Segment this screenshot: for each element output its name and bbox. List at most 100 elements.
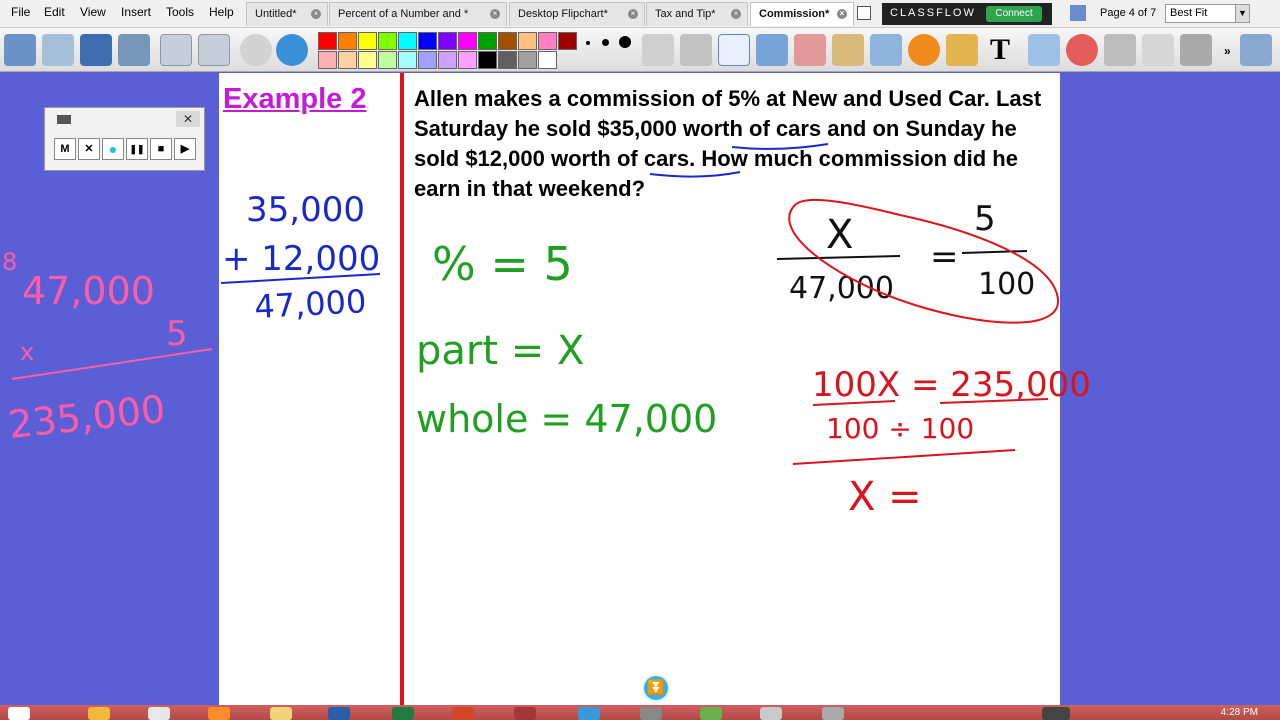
- folder-icon[interactable]: [270, 707, 292, 720]
- page-reset-icon[interactable]: [276, 34, 308, 66]
- select-icon[interactable]: [642, 34, 674, 66]
- close-icon[interactable]: ×: [490, 9, 500, 19]
- ie-icon[interactable]: [88, 707, 110, 720]
- app-icon[interactable]: [822, 707, 844, 720]
- close-icon[interactable]: ×: [311, 9, 321, 19]
- close-icon[interactable]: ✕: [176, 111, 200, 127]
- color-swatch[interactable]: [498, 51, 517, 69]
- main-menu-icon[interactable]: [4, 34, 36, 66]
- close-icon[interactable]: ×: [628, 9, 638, 19]
- chevron-down-icon[interactable]: ▼: [1235, 5, 1249, 22]
- color-swatch[interactable]: [398, 32, 417, 50]
- reset-icon[interactable]: [1066, 34, 1098, 66]
- pen-size-small[interactable]: [586, 41, 590, 45]
- connector-icon[interactable]: [946, 34, 978, 66]
- color-swatch[interactable]: [338, 51, 357, 69]
- more-icon[interactable]: »: [1224, 44, 1231, 58]
- color-swatch[interactable]: [438, 51, 457, 69]
- menu-tools[interactable]: Tools: [166, 5, 194, 19]
- play-button[interactable]: ▶: [174, 138, 196, 160]
- menu-edit[interactable]: Edit: [44, 5, 65, 19]
- previous-page-icon[interactable]: [160, 34, 192, 66]
- pen-size-medium[interactable]: [602, 39, 609, 46]
- pen-icon[interactable]: [718, 34, 750, 66]
- fill-icon[interactable]: [832, 34, 864, 66]
- menu-help[interactable]: Help: [209, 5, 234, 19]
- pen-size-large[interactable]: [619, 36, 631, 48]
- recorder-widget[interactable]: ✕ M ✕ ● ❚❚ ■ ▶: [44, 107, 205, 171]
- stop-button[interactable]: ■: [150, 138, 172, 160]
- tab-tax-and-tip[interactable]: Tax and Tip* ×: [646, 2, 748, 26]
- problem-text: Allen makes a commission of 5% at New an…: [414, 86, 1042, 201]
- color-swatch[interactable]: [538, 51, 557, 69]
- color-swatch[interactable]: [538, 32, 557, 50]
- access-icon[interactable]: [514, 707, 536, 720]
- chrome-icon[interactable]: [148, 707, 170, 720]
- tab-label: Commission*: [759, 8, 830, 20]
- undo-icon[interactable]: [1104, 34, 1136, 66]
- color-swatch[interactable]: [438, 32, 457, 50]
- tab-desktop-flipchart[interactable]: Desktop Flipchart* ×: [509, 2, 645, 26]
- play-icon[interactable]: [240, 34, 272, 66]
- magic-ink-icon[interactable]: [870, 34, 902, 66]
- word-icon[interactable]: [328, 707, 350, 720]
- menu-insert[interactable]: Insert: [121, 5, 151, 19]
- color-swatch[interactable]: [318, 51, 337, 69]
- customize-icon[interactable]: [1240, 34, 1272, 66]
- record-button[interactable]: ●: [102, 138, 124, 160]
- color-swatch[interactable]: [518, 51, 537, 69]
- powerpoint-icon[interactable]: [452, 707, 474, 720]
- color-swatch[interactable]: [458, 51, 477, 69]
- tab-untitled[interactable]: Untitled* ×: [246, 2, 328, 26]
- snowflake-icon[interactable]: [1070, 5, 1086, 21]
- tab-percent-of-a-number[interactable]: Percent of a Number and * ×: [329, 2, 507, 26]
- next-page-icon[interactable]: [198, 34, 230, 66]
- text-icon[interactable]: T: [984, 34, 1016, 66]
- camera-icon[interactable]: [1180, 34, 1212, 66]
- color-swatch[interactable]: [478, 32, 497, 50]
- app-icon[interactable]: [700, 707, 722, 720]
- color-swatch[interactable]: [338, 32, 357, 50]
- desktop-tools-icon[interactable]: [118, 34, 150, 66]
- connect-button[interactable]: Connect: [986, 6, 1042, 22]
- notes-icon[interactable]: [80, 34, 112, 66]
- recorder-cancel-button[interactable]: ✕: [78, 138, 100, 160]
- color-swatch[interactable]: [478, 51, 497, 69]
- close-icon[interactable]: ×: [837, 9, 847, 19]
- close-icon[interactable]: ×: [731, 9, 741, 19]
- start-icon[interactable]: [8, 707, 30, 720]
- keyboard-icon[interactable]: [1042, 707, 1070, 720]
- tab-commission[interactable]: Commission* ×: [750, 2, 854, 26]
- reveal-icon[interactable]: [1028, 34, 1060, 66]
- color-swatch[interactable]: [418, 32, 437, 50]
- tools-icon[interactable]: [680, 34, 712, 66]
- page-sorter-icon[interactable]: [857, 6, 871, 20]
- highlighter-icon[interactable]: [756, 34, 788, 66]
- recorder-mode-button[interactable]: M: [54, 138, 76, 160]
- excel-icon[interactable]: [392, 707, 414, 720]
- color-swatch[interactable]: [418, 51, 437, 69]
- scroll-down-icon[interactable]: ⏬: [642, 674, 670, 702]
- color-swatch[interactable]: [378, 51, 397, 69]
- color-swatch[interactable]: [358, 51, 377, 69]
- app-icon[interactable]: [640, 707, 662, 720]
- zoom-select[interactable]: Best Fit ▼: [1165, 4, 1250, 23]
- eraser-icon[interactable]: [794, 34, 826, 66]
- color-swatch[interactable]: [358, 32, 377, 50]
- color-swatch[interactable]: [558, 32, 577, 50]
- color-swatch[interactable]: [318, 32, 337, 50]
- pause-button[interactable]: ❚❚: [126, 138, 148, 160]
- firefox-icon[interactable]: [208, 707, 230, 720]
- menu-view[interactable]: View: [80, 5, 106, 19]
- browsers-icon[interactable]: [42, 34, 74, 66]
- menu-file[interactable]: File: [11, 5, 30, 19]
- color-swatch[interactable]: [518, 32, 537, 50]
- color-swatch[interactable]: [378, 32, 397, 50]
- activinspire-icon[interactable]: [760, 707, 782, 720]
- color-swatch[interactable]: [498, 32, 517, 50]
- redo-icon[interactable]: [1142, 34, 1174, 66]
- color-swatch[interactable]: [398, 51, 417, 69]
- app-icon[interactable]: [578, 707, 600, 720]
- color-swatch[interactable]: [458, 32, 477, 50]
- shape-icon[interactable]: [908, 34, 940, 66]
